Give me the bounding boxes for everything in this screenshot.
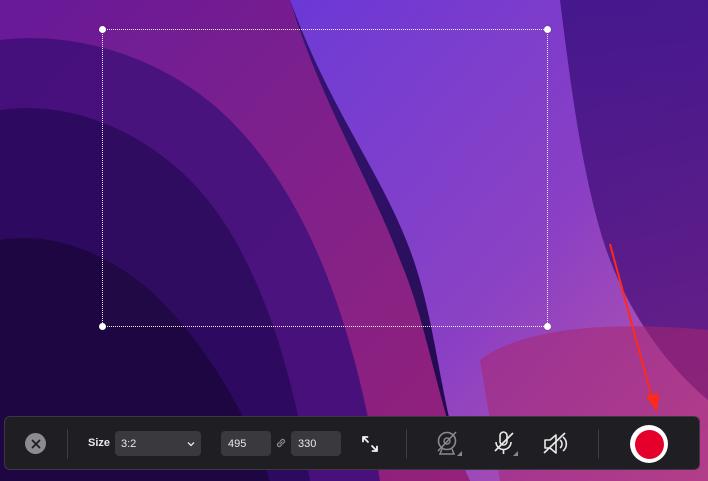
height-field[interactable]: 330 (291, 431, 341, 456)
speaker-off-icon (543, 432, 568, 454)
height-value: 330 (298, 437, 317, 450)
size-ratio-select[interactable]: 3:2 (115, 431, 201, 456)
speaker-toggle-button[interactable] (540, 429, 572, 459)
resize-handle-bottom-left[interactable] (99, 323, 106, 330)
size-ratio-value: 3:2 (121, 437, 137, 450)
chevron-down-icon (187, 441, 195, 446)
close-button[interactable] (25, 433, 46, 454)
resize-handle-bottom-right[interactable] (544, 323, 551, 330)
capture-selection-frame[interactable] (99, 26, 551, 330)
fullscreen-button[interactable] (357, 431, 383, 457)
microphone-off-icon (494, 431, 518, 456)
record-button[interactable] (630, 425, 668, 463)
camera-toggle-button[interactable] (433, 429, 465, 459)
size-label: Size (88, 437, 111, 449)
width-field[interactable]: 495 (221, 431, 271, 456)
toolbar-divider (67, 429, 68, 459)
close-icon (31, 439, 40, 448)
toolbar-divider (598, 429, 599, 459)
toolbar-divider (406, 429, 407, 459)
camera-off-icon (437, 431, 462, 456)
resize-handle-top-right[interactable] (544, 26, 551, 33)
link-icon[interactable] (275, 437, 287, 449)
expand-arrows-icon (362, 436, 378, 452)
microphone-toggle-button[interactable] (489, 429, 521, 459)
resize-handle-top-left[interactable] (99, 26, 106, 33)
width-value: 495 (228, 437, 247, 450)
capture-toolbar: Size 3:2 495 330 (4, 416, 700, 470)
record-icon (634, 429, 664, 459)
